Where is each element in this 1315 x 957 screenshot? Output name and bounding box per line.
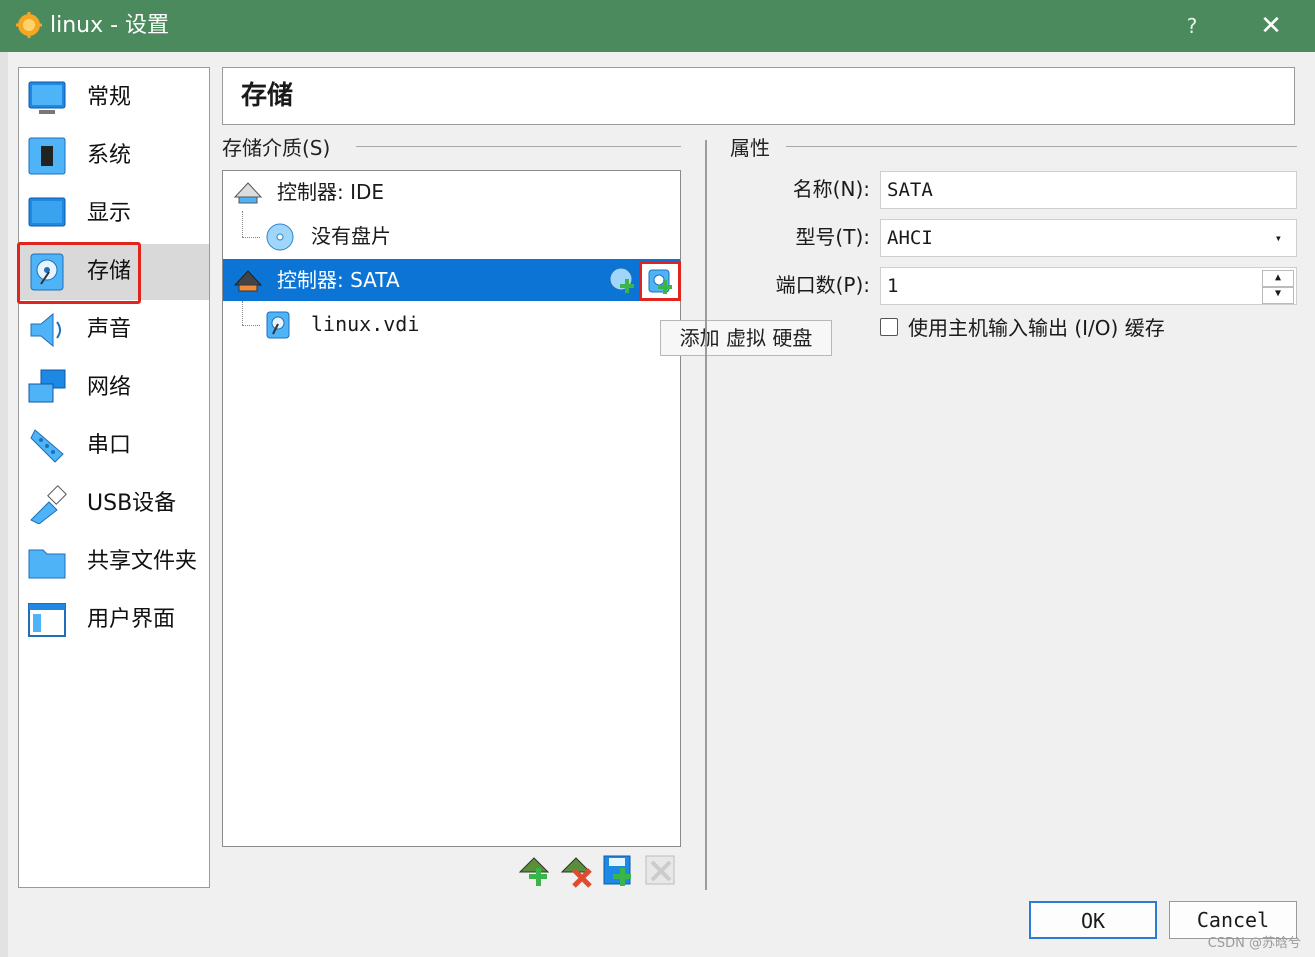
tree-item-label: 控制器: IDE bbox=[277, 180, 385, 204]
watermark: CSDN @苏晗兮 bbox=[1207, 936, 1301, 951]
sidebar-item-display[interactable]: 显示 bbox=[19, 186, 209, 242]
hard-disk-icon bbox=[266, 311, 290, 339]
optical-disk-icon bbox=[266, 223, 294, 251]
help-button[interactable]: ? bbox=[1178, 10, 1206, 42]
section-divider bbox=[786, 146, 1297, 147]
tooltip-add-virtual-disk: 添加 虚拟 硬盘 bbox=[660, 320, 832, 356]
section-divider bbox=[356, 146, 681, 147]
add-hard-disk-icon bbox=[648, 269, 672, 294]
selected-type: AHCI bbox=[887, 227, 933, 249]
window-edge bbox=[0, 52, 8, 957]
storage-media-label: 存储介质(S) bbox=[222, 136, 331, 160]
display-icon bbox=[28, 197, 66, 227]
sidebar-item-label: 声音 bbox=[87, 317, 132, 342]
add-hard-disk-button[interactable] bbox=[639, 261, 681, 301]
panel-divider bbox=[705, 140, 707, 890]
sidebar-item-label: 系统 bbox=[87, 143, 132, 168]
tree-item-label: 控制器: SATA bbox=[277, 268, 400, 292]
sidebar-item-label: 网络 bbox=[87, 375, 132, 400]
general-icon bbox=[28, 81, 66, 114]
window-title: linux - 设置 bbox=[50, 13, 170, 38]
remove-attachment-icon[interactable] bbox=[644, 854, 678, 888]
page-title: 存储 bbox=[241, 81, 294, 111]
user-interface-icon bbox=[28, 603, 66, 637]
add-attachment-icon[interactable] bbox=[602, 854, 636, 888]
sidebar-item-audio[interactable]: 声音 bbox=[19, 302, 209, 358]
serial-port-icon bbox=[30, 429, 64, 463]
sidebar-item-label: 共享文件夹 bbox=[87, 549, 198, 574]
controller-icon bbox=[233, 182, 263, 204]
sidebar-item-label: 用户界面 bbox=[87, 607, 176, 632]
sidebar-item-network[interactable]: 网络 bbox=[19, 360, 209, 416]
storage-tree[interactable]: 控制器: IDE 没有盘片 控制器: SATA linux.vdi bbox=[222, 170, 681, 847]
tree-item-label: linux.vdi bbox=[311, 312, 420, 336]
shared-folder-icon bbox=[28, 549, 66, 579]
storage-highlight-box bbox=[17, 242, 141, 304]
port-count-spinbox[interactable]: 1 ▲ ▼ bbox=[880, 267, 1297, 305]
ok-button[interactable]: OK bbox=[1029, 901, 1157, 939]
io-cache-label: 使用主机输入输出 (I/O) 缓存 bbox=[908, 316, 1165, 340]
port-count-value: 1 bbox=[887, 275, 899, 297]
settings-sidebar: 常规 系统 显示 存储 声音 网络 串口 USB设备 共享文件夹 用户界面 bbox=[18, 67, 210, 888]
network-icon bbox=[28, 369, 66, 403]
sidebar-item-label: 常规 bbox=[87, 85, 132, 110]
usb-icon bbox=[30, 485, 67, 524]
properties-label: 属性 bbox=[730, 136, 770, 160]
tree-item-sata-controller[interactable]: 控制器: SATA bbox=[223, 259, 681, 301]
sidebar-item-user-interface[interactable]: 用户界面 bbox=[19, 592, 209, 648]
system-icon bbox=[28, 137, 66, 175]
controller-icon bbox=[233, 270, 263, 292]
io-cache-checkbox[interactable] bbox=[880, 318, 898, 336]
remove-controller-icon[interactable] bbox=[560, 854, 594, 888]
name-label: 名称(N): bbox=[792, 177, 870, 201]
controller-name-input[interactable]: SATA bbox=[880, 171, 1297, 209]
tree-item-empty-disk[interactable]: 没有盘片 bbox=[223, 215, 680, 257]
sidebar-item-label: USB设备 bbox=[87, 491, 177, 516]
title-bar: linux - 设置 ? ✕ bbox=[0, 0, 1315, 52]
spin-down-icon[interactable]: ▼ bbox=[1262, 286, 1294, 304]
tree-item-hard-disk[interactable]: linux.vdi bbox=[223, 303, 680, 345]
sidebar-item-usb[interactable]: USB设备 bbox=[19, 476, 209, 532]
dropdown-arrow-icon: ▾ bbox=[1274, 231, 1282, 245]
sidebar-item-label: 串口 bbox=[87, 433, 132, 458]
page-header: 存储 bbox=[222, 67, 1295, 125]
add-controller-icon[interactable] bbox=[518, 854, 552, 888]
type-label: 型号(T): bbox=[795, 225, 870, 249]
sidebar-item-system[interactable]: 系统 bbox=[19, 128, 209, 184]
ports-label: 端口数(P): bbox=[775, 273, 870, 297]
close-button[interactable]: ✕ bbox=[1254, 8, 1288, 44]
virtualbox-gear-icon bbox=[16, 12, 42, 38]
sidebar-item-label: 显示 bbox=[87, 201, 132, 226]
sidebar-item-serial-port[interactable]: 串口 bbox=[19, 418, 209, 474]
audio-icon bbox=[30, 312, 61, 348]
sidebar-item-shared-folders[interactable]: 共享文件夹 bbox=[19, 534, 209, 590]
sidebar-item-general[interactable]: 常规 bbox=[19, 70, 209, 126]
controller-type-select[interactable]: AHCI ▾ bbox=[880, 219, 1297, 257]
tree-item-label: 没有盘片 bbox=[311, 224, 391, 248]
tree-item-ide-controller[interactable]: 控制器: IDE bbox=[223, 171, 680, 213]
add-optical-drive-icon[interactable] bbox=[609, 267, 637, 295]
